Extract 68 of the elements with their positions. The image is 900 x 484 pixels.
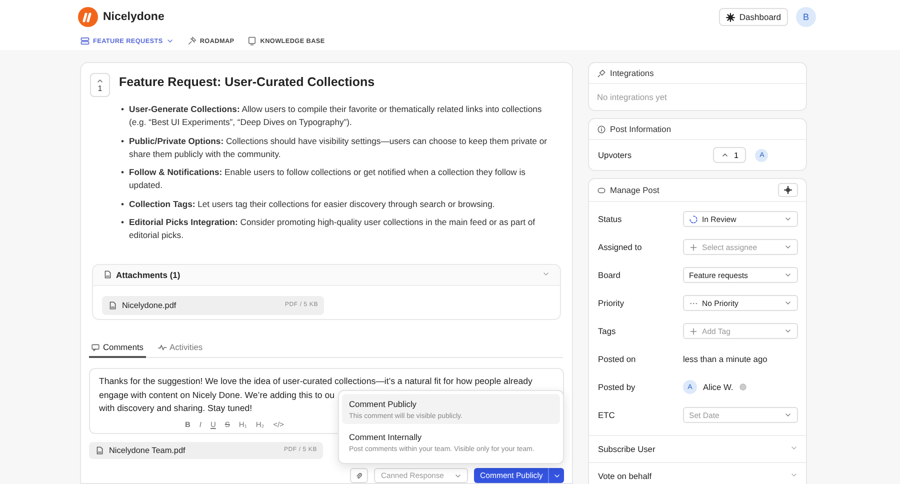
plus-icon <box>689 326 698 336</box>
file-icon <box>95 446 104 455</box>
bullet-item: Public/Private Options: Collections should have visibility settings—users can choose to keep them private or share them publicly with the community. <box>129 134 548 161</box>
attach-button[interactable] <box>350 468 368 483</box>
logo-icon <box>78 7 98 27</box>
comment-tab[interactable]: Activities <box>156 339 205 358</box>
field-label: Assigned to <box>598 242 643 252</box>
chevron-down-icon <box>790 444 798 452</box>
chevron-up-icon <box>96 77 104 85</box>
file-icon <box>108 300 117 310</box>
field-value: less than a minute ago <box>683 354 768 364</box>
stack-icon <box>80 36 90 46</box>
chevron-down-icon <box>784 299 792 307</box>
field-label: Upvoters <box>598 150 633 160</box>
plus-icon <box>689 242 698 252</box>
chevron-down-icon <box>790 471 798 479</box>
chevron-down-icon <box>784 411 792 419</box>
chevron-down-icon <box>784 327 792 335</box>
chevron-up-icon <box>721 151 729 159</box>
chevron-down-icon <box>784 271 792 279</box>
file-name: Nicelydone.pdf <box>122 300 176 310</box>
menu-item-title: Comment Internally <box>349 432 423 442</box>
bullet-marker: • <box>121 134 124 148</box>
post-title: Feature Request: User-Curated Collections <box>119 75 375 91</box>
menu-item-title: Comment Publicly <box>349 399 418 409</box>
author-name: Alice W. <box>703 382 734 392</box>
comment-text: Thanks for the suggestion! We love the idea of user-curated collections—it’s a natural fit for how people already <box>99 375 532 388</box>
chat-icon <box>91 342 100 352</box>
chevron-down-icon <box>166 37 174 45</box>
panel-title: Post Information <box>610 124 671 134</box>
chevron-down-icon <box>784 243 792 251</box>
upvote-count-button[interactable]: 1 <box>713 147 746 163</box>
file-name: Nicelydone Team.pdf <box>109 446 186 455</box>
file-icon <box>103 270 112 280</box>
field-label: Posted on <box>598 354 637 364</box>
field-label: ETC <box>598 410 616 420</box>
panel-title: Manage Post <box>610 185 660 195</box>
bullet-marker: • <box>121 103 124 116</box>
dashboard-button[interactable]: Dashboard <box>719 8 788 26</box>
field-label: Priority <box>598 298 626 308</box>
spinner-icon <box>689 214 698 224</box>
attachments-header[interactable]: Attachments (1) <box>93 264 560 286</box>
user-avatar[interactable]: B <box>796 7 816 27</box>
bullet-marker: • <box>121 216 124 230</box>
bullet-item: Editorial Picks Integration: Consider promoting high-quality user collections in the main feed or as part of editorial picks. <box>129 216 536 242</box>
bullet-marker: • <box>121 198 124 211</box>
plug-icon <box>597 68 606 78</box>
field-label: Tags <box>598 326 617 336</box>
upvote-button[interactable]: 1 <box>90 73 110 97</box>
field-label: Posted by <box>598 382 636 392</box>
monitor-icon <box>247 36 258 46</box>
attachments-title: Attachments (1) <box>116 270 180 280</box>
field-label: Board <box>598 270 622 280</box>
pulse-icon <box>158 342 166 352</box>
settings-button[interactable] <box>778 183 798 197</box>
comment-text: with discovery and sharing. Stay tuned! <box>99 402 252 416</box>
empty-message: No integrations yet <box>597 92 667 102</box>
comment-tab[interactable]: Comments <box>89 339 146 358</box>
bullet-item: Follow & Notifications: Enable users to follow collections or get notified when a collection they follow is updated. <box>129 166 526 192</box>
comment-text: engage with content on Nicely Done. We’re adding this to ou <box>99 388 335 402</box>
field-label: Status <box>598 214 623 224</box>
paperclip-icon <box>355 472 363 480</box>
panel-title: Integrations <box>610 68 654 78</box>
bullet-item: Collection Tags: Let users tag their collections for easier discovery through search or browsing. <box>129 198 495 211</box>
chevron-down-icon <box>784 215 792 223</box>
bullet-marker: • <box>121 166 124 180</box>
brand-name: Nicelydone <box>103 11 166 23</box>
bullet-item: User-Generate Collections: Allow users to compile their favorite or thematically related links into collections (e.g. “Best UI Experiments”, “Deep Dives on Typography”). <box>129 103 543 130</box>
